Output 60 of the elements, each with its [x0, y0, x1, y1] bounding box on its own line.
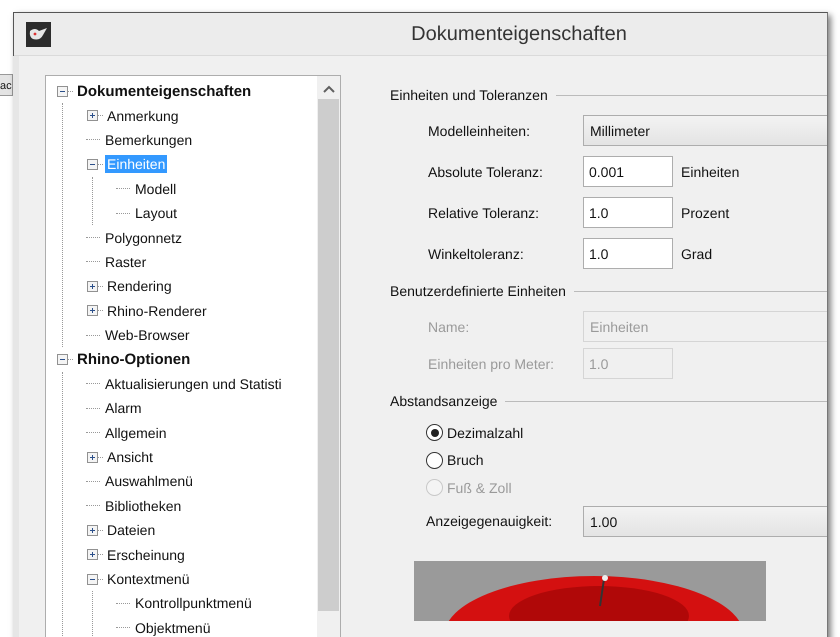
tree-item[interactable]: Bemerkungen [103, 130, 194, 149]
field-label: Modelleinheiten: [428, 122, 531, 138]
tree-item[interactable]: Raster [103, 252, 148, 271]
tree-item[interactable]: Modell [133, 180, 178, 198]
tree-item[interactable]: Rhino-Renderer [105, 302, 209, 320]
scrollbar-thumb[interactable] [318, 99, 339, 611]
expand-toggle[interactable] [87, 305, 98, 316]
field-label: Einheiten pro Meter: [428, 356, 556, 372]
field-label: Relative Toleranz: [428, 204, 540, 220]
collapse-toggle[interactable] [87, 574, 98, 584]
unit-label: Grad [681, 246, 712, 262]
input-field[interactable]: 0.001 [583, 156, 673, 187]
expand-toggle[interactable] [87, 280, 98, 292]
collapse-toggle[interactable] [87, 158, 98, 170]
tree-item[interactable]: Kontextmenü [105, 570, 192, 588]
section-title: Abstandsanzeige [390, 393, 498, 409]
radio-label: Fuß & Zoll [447, 480, 512, 496]
unit-label: Einheiten [681, 164, 740, 180]
radio-label: Dezimalzahl [447, 424, 524, 441]
expand-toggle[interactable] [87, 110, 98, 122]
tree-item[interactable]: Auswahlmenü [103, 472, 195, 490]
field-label: Absolute Toleranz: [428, 164, 544, 180]
collapse-toggle[interactable] [57, 354, 68, 365]
field-label: Anzeigegenauigkeit: [426, 513, 554, 529]
radio-button[interactable] [426, 424, 443, 442]
tree-item[interactable]: Objektmenü [133, 618, 212, 637]
scroll-up-icon[interactable] [322, 85, 334, 93]
tree-item[interactable]: Bibliotheken [103, 496, 184, 515]
dropdown[interactable]: Millimeter [583, 115, 827, 146]
radio-label: Bruch [447, 452, 484, 468]
expand-toggle[interactable] [87, 452, 98, 463]
tree-item[interactable]: Rhino-Optionen [75, 350, 192, 369]
radio-button[interactable] [426, 452, 443, 469]
tree-item[interactable]: Alarm [103, 399, 144, 418]
tree-item[interactable]: Allgemein [103, 424, 168, 442]
window-title: Dokumenteigenschaften [410, 22, 628, 46]
input-field[interactable]: 1.0 [583, 197, 673, 228]
expand-toggle[interactable] [87, 549, 98, 560]
section-title: Benutzerdefinierte Einheiten [390, 283, 566, 299]
app-icon [26, 22, 51, 46]
tree-item[interactable]: Polygonnetz [103, 228, 184, 247]
tree-item[interactable]: Web-Browser [103, 326, 192, 344]
tree-item[interactable]: Dokumenteigenschaften [75, 82, 254, 101]
tree-item[interactable]: Ansicht [105, 448, 155, 466]
scrollbar[interactable] [317, 76, 340, 637]
field-label: Name: [428, 318, 470, 334]
tree-item[interactable]: Aktualisierungen und Statisti [103, 374, 284, 393]
tree-item[interactable]: Anmerkung [105, 106, 181, 125]
tree-item[interactable]: Kontrollpunktmenü [133, 594, 254, 612]
tree-item[interactable]: Dateien [105, 521, 158, 540]
field-label: Winkeltoleranz: [428, 246, 525, 262]
input-field[interactable]: 1.0 [583, 238, 673, 269]
tree-item[interactable]: Rendering [105, 277, 174, 296]
tree-item[interactable]: Layout [133, 204, 180, 222]
collapse-toggle[interactable] [57, 86, 68, 97]
tree-item[interactable]: Erscheinung [105, 546, 187, 564]
expand-toggle[interactable] [87, 524, 98, 536]
dropdown[interactable]: 1.00 [583, 506, 827, 536]
section-title: Einheiten und Toleranzen [390, 87, 548, 103]
unit-label: Prozent [681, 204, 730, 220]
